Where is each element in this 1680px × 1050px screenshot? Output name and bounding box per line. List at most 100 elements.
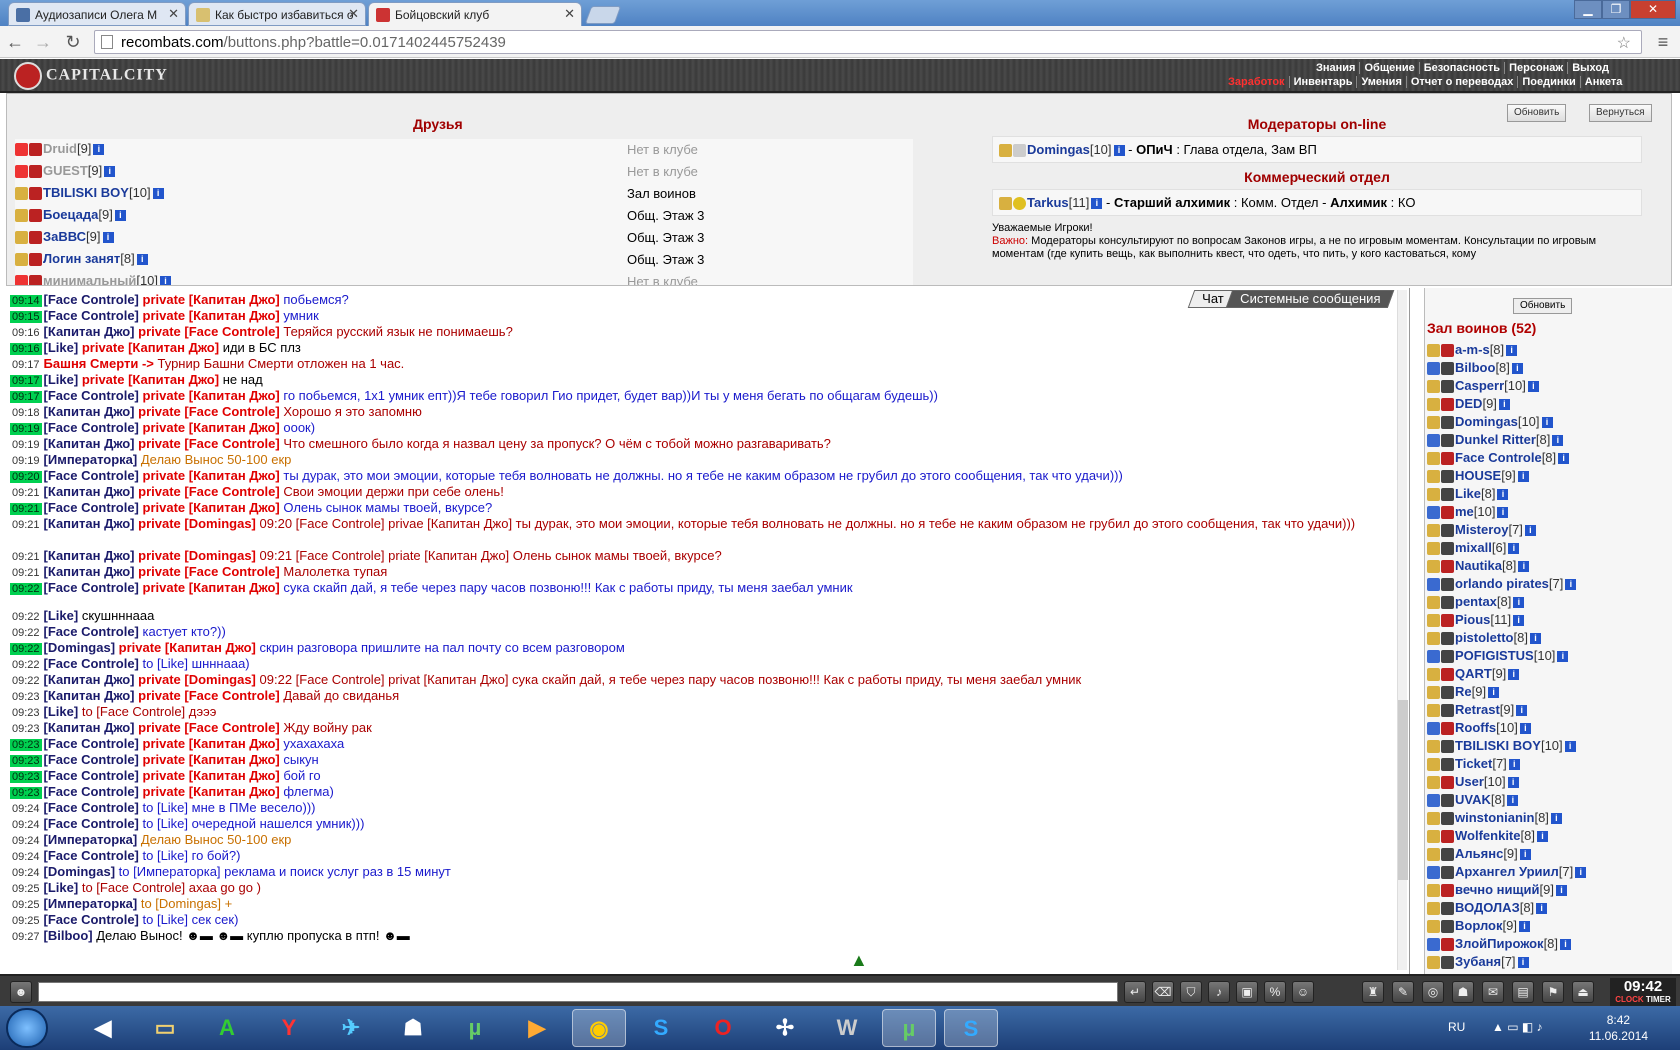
translit-icon[interactable]: % xyxy=(1264,981,1286,1003)
info-icon[interactable]: i xyxy=(1552,435,1564,447)
message-author[interactable]: [Face Controle] xyxy=(44,800,139,815)
message-author[interactable]: [Императорка] xyxy=(44,896,138,911)
hall-player-name[interactable]: ВОДОЛАЗ xyxy=(1455,900,1520,915)
chat-scrollbar[interactable] xyxy=(1397,290,1408,970)
hall-player-name[interactable]: Wolfenkite xyxy=(1455,828,1521,843)
message-private-target[interactable]: private [Domingas] xyxy=(138,672,256,687)
hall-player-name[interactable]: Misteroy xyxy=(1455,522,1508,537)
hall-player-name[interactable]: Domingas xyxy=(1455,414,1518,429)
menu-security[interactable]: Безопасность xyxy=(1418,62,1505,74)
hall-player-name[interactable]: a-m-s xyxy=(1455,342,1490,357)
info-icon[interactable]: i xyxy=(1536,903,1548,915)
info-icon[interactable]: i xyxy=(1507,795,1519,807)
message-author[interactable]: [Face Controle] xyxy=(44,420,139,435)
yandex-icon[interactable]: Y xyxy=(262,1009,316,1047)
hall-player-name[interactable]: User xyxy=(1455,774,1484,789)
hall-player-name[interactable]: orlando pirates xyxy=(1455,576,1549,591)
sound-icon[interactable]: ♪ xyxy=(1208,981,1230,1003)
info-icon[interactable]: i xyxy=(1518,921,1530,933)
message-private-target[interactable]: private [Капитан Джо] xyxy=(143,468,280,483)
info-icon[interactable]: i xyxy=(1541,417,1553,429)
bookmark-star-icon[interactable]: ☆ xyxy=(1617,33,1631,53)
message-author[interactable]: [Like] xyxy=(44,340,79,355)
bag-icon[interactable]: ♜ xyxy=(1362,981,1384,1003)
info-icon[interactable]: i xyxy=(1575,867,1587,879)
info-icon[interactable]: i xyxy=(1529,633,1541,645)
close-icon[interactable]: ✕ xyxy=(348,6,359,22)
flag-icon[interactable]: ⚑ xyxy=(1542,981,1564,1003)
reload-icon[interactable]: ↻ xyxy=(62,32,84,54)
hall-player-name[interactable]: Ticket xyxy=(1455,756,1492,771)
friend-name[interactable]: ЗаВВС xyxy=(43,229,86,244)
friend-name[interactable]: Боецада xyxy=(43,207,98,222)
info-icon[interactable]: i xyxy=(1560,939,1572,951)
close-window-button[interactable]: ✕ xyxy=(1630,0,1676,19)
wot-icon[interactable]: W xyxy=(820,1009,874,1047)
message-author[interactable]: [Bilboo] xyxy=(44,928,93,943)
tab-article[interactable]: Как быстро избавиться о ✕ xyxy=(188,2,366,26)
tab-system-messages[interactable]: Системные сообщения xyxy=(1225,290,1395,308)
message-private-target[interactable]: private [Face Controle] xyxy=(138,720,280,735)
opera-icon[interactable]: O xyxy=(696,1009,750,1047)
info-icon[interactable]: i xyxy=(1519,849,1531,861)
hall-player-name[interactable]: TBILISKI BOY xyxy=(1455,738,1541,753)
hall-player-name[interactable]: Rooffs xyxy=(1455,720,1496,735)
message-private-target[interactable]: Башня Смерти -> xyxy=(44,356,154,371)
back-icon[interactable]: ← xyxy=(4,32,26,54)
chrome-icon[interactable]: ◉ xyxy=(572,1009,626,1047)
orb-icon[interactable]: ◎ xyxy=(1422,981,1444,1003)
message-author[interactable]: [Like] xyxy=(44,608,79,623)
info-icon[interactable]: i xyxy=(1517,957,1529,969)
info-icon[interactable]: i xyxy=(1497,507,1509,519)
info-icon[interactable]: i xyxy=(1506,345,1518,357)
commercial-name[interactable]: Tarkus xyxy=(1027,195,1069,210)
message-author[interactable]: [Domingas] xyxy=(44,640,116,655)
message-private-target[interactable]: private [Face Controle] xyxy=(138,324,280,339)
smiley-icon[interactable]: ☺ xyxy=(1292,981,1314,1003)
moderator-name[interactable]: Domingas xyxy=(1027,142,1090,157)
message-author[interactable]: [Face Controle] xyxy=(44,624,139,639)
message-author[interactable]: [Императорка] xyxy=(44,452,138,467)
message-author[interactable]: [Face Controle] xyxy=(44,292,139,307)
forward-icon[interactable]: → xyxy=(32,32,54,54)
filter-icon[interactable]: ⛉ xyxy=(1180,981,1202,1003)
info-icon[interactable]: i xyxy=(136,254,148,266)
message-author[interactable]: [Face Controle] xyxy=(44,500,139,515)
message-author[interactable]: [Капитан Джо] xyxy=(44,404,135,419)
message-author[interactable]: [Face Controle] xyxy=(44,388,139,403)
volume-app-icon[interactable]: ◀ xyxy=(76,1009,130,1047)
hall-player-name[interactable]: вечно нищий xyxy=(1455,882,1539,897)
message-private-target[interactable]: private [Face Controle] xyxy=(138,564,280,579)
message-author[interactable]: [Face Controle] xyxy=(44,848,139,863)
language-indicator[interactable]: RU xyxy=(1448,1020,1465,1034)
friend-name[interactable]: Druid xyxy=(43,141,77,156)
message-author[interactable]: [Капитан Джо] xyxy=(44,436,135,451)
clear-icon[interactable]: ⌫ xyxy=(1152,981,1174,1003)
info-icon[interactable]: i xyxy=(1508,543,1520,555)
message-private-target[interactable]: private [Капитан Джо] xyxy=(143,736,280,751)
message-author[interactable]: [Капитан Джо] xyxy=(44,516,135,531)
message-private-target[interactable]: private [Капитан Джо] xyxy=(143,752,280,767)
hall-player-name[interactable]: Casperr xyxy=(1455,378,1504,393)
message-author[interactable]: [Капитан Джо] xyxy=(44,484,135,499)
friend-name[interactable]: TBILISKI BOY xyxy=(43,185,129,200)
hall-player-name[interactable]: HOUSE xyxy=(1455,468,1501,483)
message-author[interactable]: [Капитан Джо] xyxy=(44,564,135,579)
message-author[interactable]: [Face Controle] xyxy=(44,752,139,767)
hall-player-name[interactable]: QART xyxy=(1455,666,1492,681)
chat-input[interactable] xyxy=(38,982,1118,1002)
menu-earnings[interactable]: Заработок xyxy=(1224,76,1289,88)
info-icon[interactable]: i xyxy=(1555,885,1567,897)
message-private-target[interactable]: private [Капитан Джо] xyxy=(143,308,280,323)
message-author[interactable]: [Face Controle] xyxy=(44,912,139,927)
utorrent-icon[interactable]: µ xyxy=(448,1009,502,1047)
hall-player-name[interactable]: Зубаня xyxy=(1455,954,1501,969)
maximize-button[interactable]: ❐ xyxy=(1602,0,1630,19)
message-author[interactable]: [Face Controle] xyxy=(44,736,139,751)
tab-audio[interactable]: Аудиозаписи Олега М ✕ xyxy=(8,2,186,26)
message-private-target[interactable]: private [Domingas] xyxy=(138,516,256,531)
scroll-icon[interactable]: ✎ xyxy=(1392,981,1414,1003)
menu-transfers[interactable]: Отчет о переводах xyxy=(1405,76,1518,88)
friend-name[interactable]: GUEST xyxy=(43,163,88,178)
explorer-icon[interactable]: ▭ xyxy=(138,1009,192,1047)
